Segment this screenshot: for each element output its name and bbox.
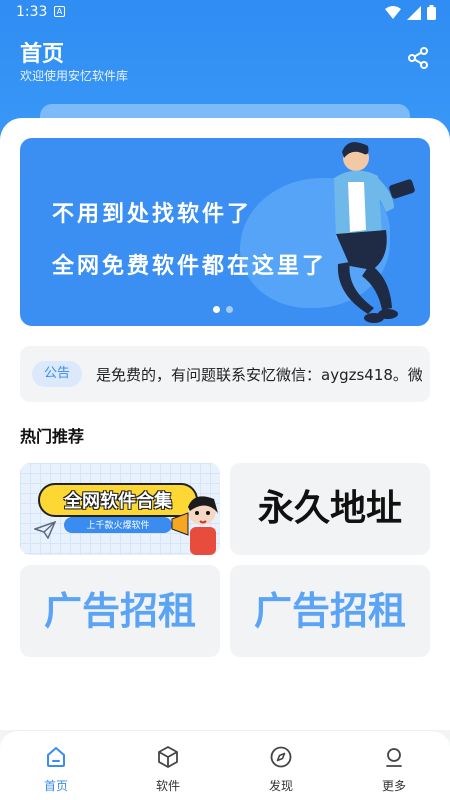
recommend-tile-ad-2[interactable]: 广告招租 [230, 565, 430, 657]
notification-icon: A [54, 6, 65, 17]
wifi-icon [385, 5, 401, 19]
tab-label: 发现 [268, 779, 293, 793]
carousel-dot[interactable] [226, 306, 233, 313]
tile-text: 广告招租 [253, 589, 406, 633]
banner-carousel[interactable]: 不用到处找软件了 全网免费软件都在这里了 [20, 138, 430, 326]
tile-subtitle: 上千款火爆软件 [86, 521, 150, 531]
tile-text: 永久地址 [257, 488, 402, 529]
recommend-tile-ad-1[interactable]: 广告招租 [20, 565, 220, 657]
carousel-dots [213, 306, 233, 313]
status-time: 1:33 [16, 4, 48, 20]
tab-label: 软件 [155, 779, 180, 793]
share-icon[interactable] [406, 46, 430, 70]
compass-icon [270, 746, 292, 768]
tile-text: 广告招租 [43, 589, 196, 633]
status-bar: 1:33 A [0, 0, 450, 26]
banner-headline-1: 不用到处找软件了 [52, 202, 253, 227]
page-subtitle: 欢迎使用安忆软件库 [20, 69, 129, 83]
signal-icon [407, 5, 421, 20]
person-icon [386, 748, 402, 767]
tab-discover[interactable]: 发现 [225, 731, 337, 800]
cube-icon [158, 746, 178, 768]
banner-headline-2: 全网免费软件都在这里了 [52, 254, 328, 279]
recommend-tile-permanent-address[interactable]: 永久地址 [230, 463, 430, 555]
tab-label: 更多 [381, 779, 406, 793]
recommend-tile-software-collection[interactable]: 全网软件合集 上千款火爆软件 [20, 463, 220, 555]
notice-text: 是免费的，有问题联系安忆微信：aygzs418。微信 [96, 366, 422, 384]
tab-label: 首页 [43, 779, 68, 793]
tab-software[interactable]: 软件 [112, 731, 224, 800]
tab-more[interactable]: 更多 [338, 731, 450, 800]
battery-icon [427, 5, 436, 20]
paper-plane-icon [34, 521, 56, 539]
home-icon [47, 747, 65, 767]
tab-home[interactable]: 首页 [0, 731, 112, 800]
status-icons [385, 5, 436, 20]
person-illustration [334, 142, 415, 323]
page-title: 首页 [20, 42, 65, 67]
carousel-dot-active[interactable] [213, 306, 220, 313]
notice-tag: 公告 [32, 361, 83, 387]
mascot-megaphone-illustration [171, 496, 218, 555]
section-title: 热门推荐 [20, 427, 85, 446]
bottom-tab-bar: 首页 软件 发现 更多 [0, 730, 450, 800]
notice-bar[interactable]: 公告 是免费的，有问题联系安忆微信：aygzs418。微信 [20, 346, 430, 402]
